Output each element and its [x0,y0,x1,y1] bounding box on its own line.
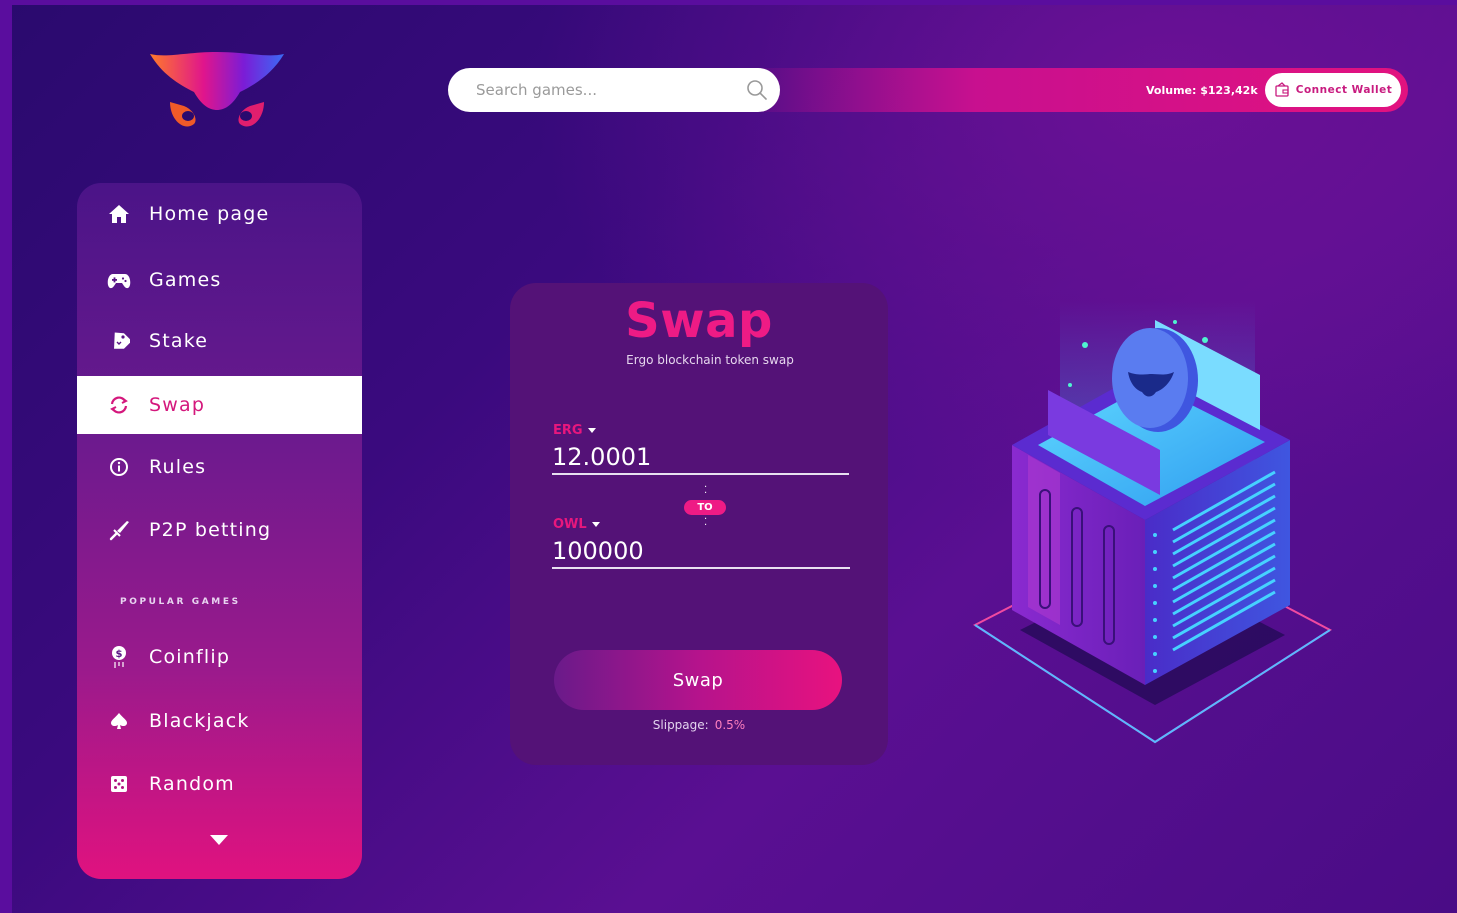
dice-icon [107,772,131,796]
sidebar-item-coinflip[interactable]: $ Coinflip [77,628,362,686]
home-icon [107,202,131,226]
sidebar-item-label: P2P betting [149,519,272,541]
from-token-select[interactable]: ERG [553,423,596,438]
slippage-row: Slippage: 0.5% [510,718,888,732]
slippage-value: 0.5% [714,718,746,732]
separator-dots-top: · · [704,482,708,499]
svg-text:$: $ [116,649,123,660]
sidebar: Home page Games Stake Swap Rules P2P bet… [77,183,362,879]
swap-card: Swap Ergo blockchain token swap ERG ·· T… [510,283,888,765]
sidebar-item-label: Home page [149,203,270,225]
sidebar-item-games[interactable]: Games [77,251,362,309]
swap-title: Swap [625,293,773,349]
to-amount-input[interactable] [552,535,850,569]
caret-down-icon [587,428,596,433]
connect-wallet-button[interactable]: Connect Wallet [1265,73,1401,107]
info-icon [107,455,131,479]
wallet-icon [1275,82,1289,97]
swap-subtitle: Ergo blockchain token swap [626,353,794,367]
window-frame-left [0,0,12,913]
sidebar-item-label: Blackjack [149,710,250,732]
tag-icon [107,329,131,353]
volume-label: Volume: $123,42k [1146,84,1258,97]
search-box[interactable] [448,68,780,112]
refresh-icon [107,393,131,417]
sidebar-item-blackjack[interactable]: Blackjack [77,692,362,750]
sidebar-item-label: Rules [149,456,207,478]
connect-wallet-label: Connect Wallet [1295,84,1393,96]
sword-icon [107,518,131,542]
sidebar-item-random[interactable]: Random [77,755,362,813]
sidebar-item-label: Stake [149,330,209,352]
sidebar-item-stake[interactable]: Stake [77,312,362,370]
sidebar-item-swap[interactable]: Swap [77,376,362,434]
spade-icon [107,709,131,733]
sidebar-item-label: Coinflip [149,646,231,668]
from-token-label: ERG [553,423,583,438]
chevron-down-icon[interactable] [210,835,228,845]
sidebar-item-home[interactable]: Home page [77,185,362,243]
section-title-popular-games: POPULAR GAMES [120,597,241,607]
crypto-server-illustration [973,300,1332,744]
to-token-label: OWL [553,517,587,532]
swap-button[interactable]: Swap [554,650,842,710]
separator-dots-bottom: · · [704,514,708,531]
sidebar-item-rules[interactable]: Rules [77,438,362,496]
sidebar-item-label: Swap [149,394,206,416]
search-icon[interactable] [746,79,768,101]
sidebar-item-p2p-betting[interactable]: P2P betting [77,501,362,559]
search-input[interactable] [474,80,730,100]
caret-down-icon [591,522,600,527]
sidebar-item-label: Games [149,269,222,291]
from-amount-input[interactable] [552,441,849,475]
owl-logo[interactable] [148,48,286,136]
slippage-label: Slippage: [652,718,709,732]
coin-icon: $ [107,645,131,669]
gamepad-icon [107,268,131,292]
to-badge: TO [684,500,726,515]
sidebar-item-label: Random [149,773,235,795]
to-token-select[interactable]: OWL [553,517,600,532]
window-frame-top [0,0,1457,5]
